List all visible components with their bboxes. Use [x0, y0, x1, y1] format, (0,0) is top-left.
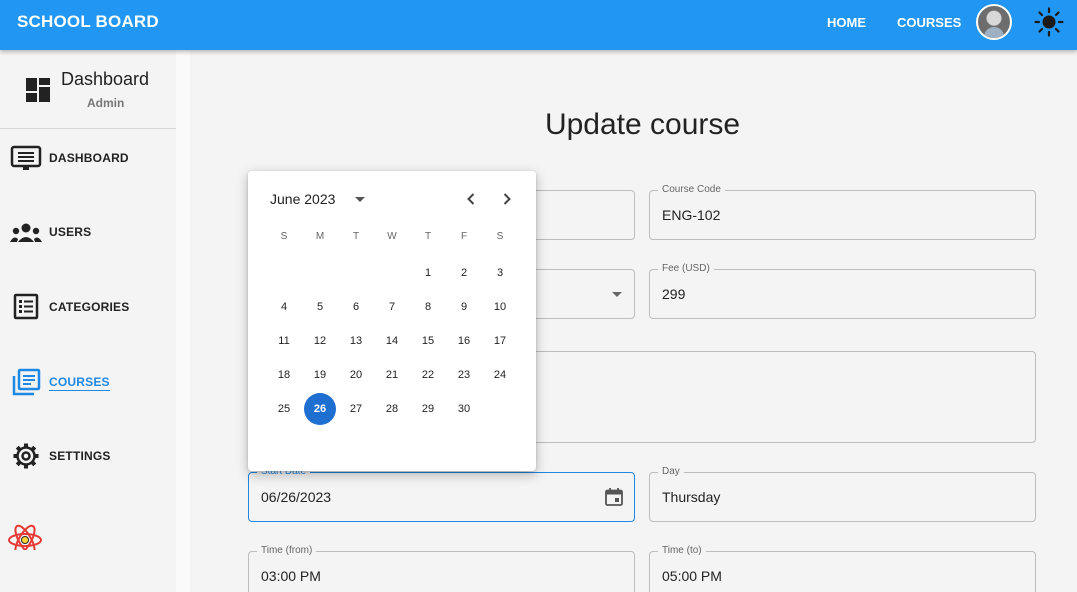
weekday-label: W	[387, 231, 397, 242]
chevron-right-icon[interactable]	[497, 189, 517, 209]
calendar-day[interactable]: 19	[304, 359, 336, 391]
sidebar-title: Dashboard	[61, 69, 150, 89]
selected-day[interactable]: 26	[304, 393, 336, 425]
sidebar-item-courses[interactable]: COURSES	[0, 362, 176, 402]
fee-field[interactable]: Fee (USD) 299	[649, 263, 1036, 319]
sidebar-divider	[0, 128, 176, 129]
dashboard-icon	[26, 78, 50, 102]
calendar-day[interactable]: 8	[412, 291, 444, 323]
sidebar: Dashboard Admin DASHBOARD USERS CATEGORI…	[0, 50, 176, 592]
sidebar-item-settings[interactable]: SETTINGS	[0, 436, 176, 476]
sidebar-item-label: DASHBOARD	[49, 151, 129, 165]
calendar-day[interactable]: 7	[376, 291, 408, 323]
calendar-day[interactable]: 4	[268, 291, 300, 323]
weekday-label: T	[352, 231, 360, 242]
sidebar-item-categories[interactable]: CATEGORIES	[0, 287, 176, 327]
page-title: Update course	[544, 108, 741, 141]
sun-icon[interactable]	[1034, 7, 1064, 37]
field-label: Time (to)	[658, 545, 706, 556]
time-from-field[interactable]: Time (from) 03:00 PM	[248, 545, 635, 592]
calendar-day[interactable]: 30	[448, 393, 480, 425]
gear-icon	[13, 443, 39, 469]
calendar-day[interactable]: 15	[412, 325, 444, 357]
start-date-field[interactable]: Start Date 06/26/2023	[248, 466, 635, 522]
weekday-label: T	[424, 231, 432, 242]
calendar-day[interactable]: 17	[484, 325, 516, 357]
calendar-icon[interactable]	[604, 487, 624, 507]
calendar-day[interactable]: 1	[412, 257, 444, 289]
avatar[interactable]	[976, 4, 1012, 40]
calendar-day[interactable]: 24	[484, 359, 516, 391]
course-code-field[interactable]: Course Code ENG-102	[649, 184, 1036, 240]
sidebar-item-label: SETTINGS	[49, 449, 111, 463]
chevron-down-icon[interactable]	[355, 197, 365, 202]
field-value: 03:00 PM	[261, 568, 321, 584]
users-icon	[10, 223, 42, 242]
field-value: 05:00 PM	[662, 568, 722, 584]
field-label: Day	[658, 466, 684, 477]
field-value: Thursday	[662, 489, 721, 505]
sidebar-item-label: CATEGORIES	[49, 300, 130, 314]
date-picker: June 2023 S M T W T F S 1 2 3 4 5 6 7 8 9 10 11 12 13 14 15 16…	[248, 171, 536, 471]
app-bar: SCHOOL BOARD HOME COURSES	[0, 0, 1077, 50]
calendar-day[interactable]: 28	[376, 393, 408, 425]
nav-courses-link[interactable]: COURSES	[897, 15, 961, 30]
chevron-down-icon[interactable]	[612, 292, 622, 297]
calendar-day[interactable]: 21	[376, 359, 408, 391]
calendar-day[interactable]: 22	[412, 359, 444, 391]
calendar-day[interactable]: 18	[268, 359, 300, 391]
calendar-day[interactable]: 29	[412, 393, 444, 425]
sidebar-item-label: COURSES	[49, 375, 110, 391]
weekday-label: S	[280, 231, 288, 242]
sidebar-item-label: USERS	[49, 225, 92, 239]
weekday-label: M	[315, 231, 325, 242]
monitor-icon	[10, 145, 42, 170]
sidebar-item-dashboard[interactable]: DASHBOARD	[0, 138, 176, 178]
calendar-day[interactable]: 9	[448, 291, 480, 323]
calendar-day[interactable]: 27	[340, 393, 372, 425]
day-field[interactable]: Day Thursday	[649, 466, 1036, 522]
calendar-day[interactable]: 16	[448, 325, 480, 357]
react-logo-icon	[8, 524, 42, 550]
weekday-label: F	[460, 231, 468, 242]
field-label: Time (from)	[257, 545, 317, 556]
calendar-day[interactable]: 5	[304, 291, 336, 323]
sidebar-subtitle: Admin	[87, 96, 125, 110]
weekday-label: S	[496, 231, 504, 242]
sidebar-item-users[interactable]: USERS	[0, 212, 176, 252]
chevron-left-icon[interactable]	[461, 189, 481, 209]
calendar-day[interactable]: 14	[376, 325, 408, 357]
sidebar-gutter	[176, 50, 190, 592]
list-icon	[13, 293, 39, 320]
calendar-day[interactable]: 25	[268, 393, 300, 425]
calendar-day[interactable]: 11	[268, 325, 300, 357]
calendar-day[interactable]: 6	[340, 291, 372, 323]
calendar-day[interactable]: 3	[484, 257, 516, 289]
calendar-day[interactable]: 23	[448, 359, 480, 391]
courses-icon	[12, 368, 41, 396]
picker-month-label[interactable]: June 2023	[270, 191, 335, 207]
nav-home-link[interactable]: HOME	[827, 15, 866, 30]
brand-title[interactable]: SCHOOL BOARD	[17, 12, 159, 32]
time-to-field[interactable]: Time (to) 05:00 PM	[649, 545, 1036, 592]
calendar-day[interactable]: 10	[484, 291, 516, 323]
field-value: 06/26/2023	[261, 489, 332, 505]
calendar-day[interactable]: 20	[340, 359, 372, 391]
field-label: Fee (USD)	[658, 263, 714, 274]
calendar-day[interactable]: 2	[448, 257, 480, 289]
field-label: Course Code	[658, 184, 725, 195]
field-value: ENG-102	[662, 207, 721, 223]
field-value: 299	[662, 286, 686, 302]
calendar-day[interactable]: 12	[304, 325, 336, 357]
calendar-day[interactable]: 13	[340, 325, 372, 357]
